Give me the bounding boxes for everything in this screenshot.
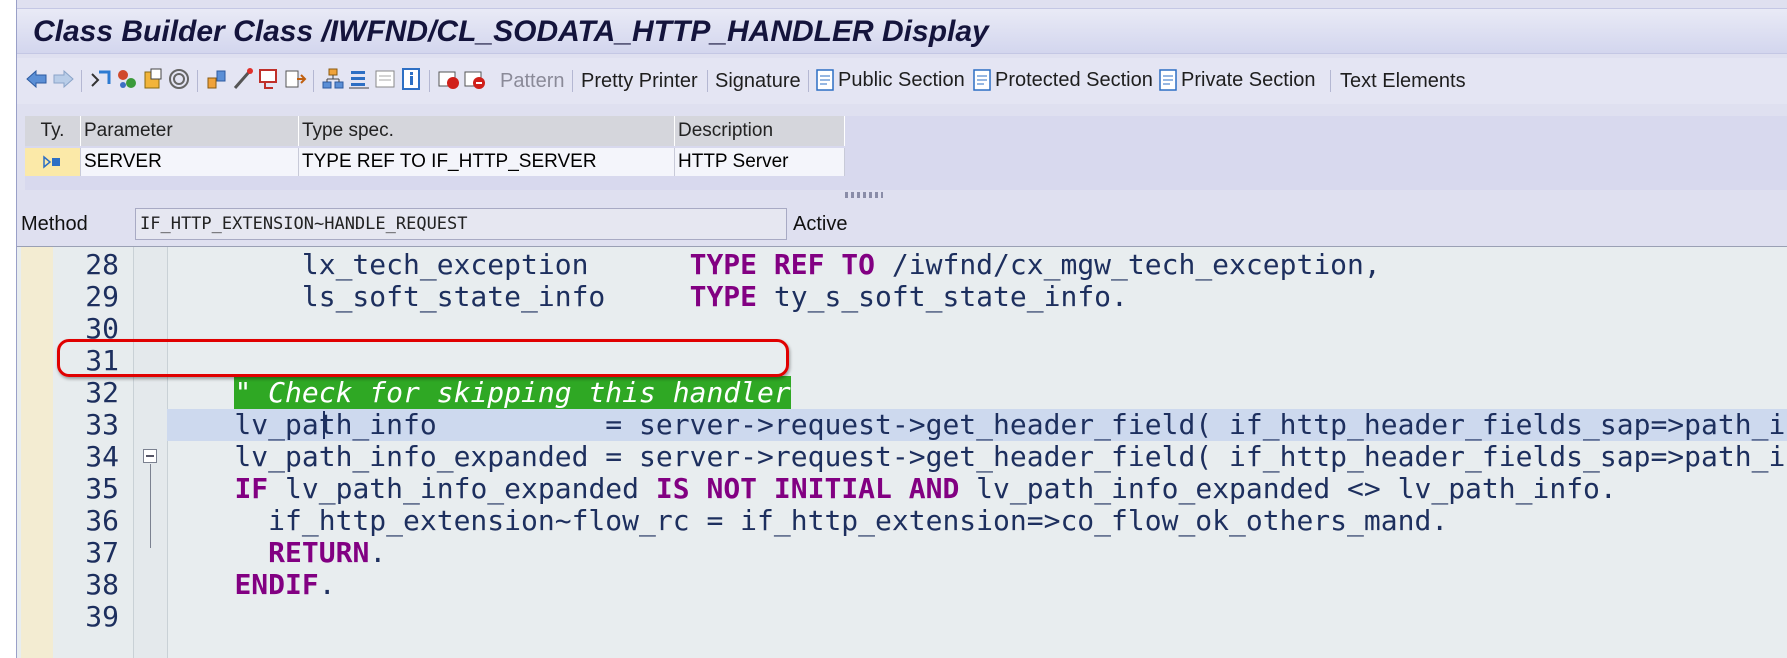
other-object-icon[interactable] <box>89 66 113 92</box>
section-document-icon <box>973 69 991 91</box>
column-header-type[interactable]: Ty. <box>25 116 81 146</box>
hierarchy-icon[interactable] <box>321 66 345 92</box>
protected-section-button[interactable]: Protected Section <box>971 67 1153 93</box>
code-line-32[interactable]: 32 " Check for skipping this handler <box>17 376 1787 409</box>
code-line-36[interactable]: 36 if_http_extension~flow_rc = if_http_e… <box>17 505 1787 537</box>
display-navigation-window-icon[interactable] <box>283 66 307 92</box>
check-icon[interactable] <box>167 66 191 92</box>
code-text: lx_tech_exception TYPE REF TO /iwfnd/cx_… <box>167 248 1381 281</box>
line-number: 28 <box>85 248 119 281</box>
line-number: 29 <box>85 280 119 313</box>
activate-icon[interactable] <box>205 66 229 92</box>
title-bar: Class Builder Class /IWFND/CL_SODATA_HTT… <box>17 8 1787 54</box>
line-number: 32 <box>85 376 119 409</box>
code-text: lv_path_info = server->request->get_head… <box>167 408 1787 441</box>
line-number: 34 <box>85 440 119 473</box>
enhance-icon[interactable] <box>347 66 371 92</box>
code-text: if_http_extension~flow_rc = if_http_exte… <box>167 504 1449 537</box>
parameter-description-cell[interactable]: HTTP Server <box>675 148 845 176</box>
splitter-handle[interactable] <box>845 192 883 198</box>
active-inactive-icon[interactable] <box>141 66 165 92</box>
window-title: Class Builder Class /IWFND/CL_SODATA_HTT… <box>33 15 989 48</box>
line-number: 33 <box>85 408 119 441</box>
line-number: 35 <box>85 472 119 505</box>
parameter-name-cell[interactable]: SERVER <box>81 148 299 176</box>
protected-section-label: Protected Section <box>995 68 1153 91</box>
public-section-label: Public Section <box>838 68 965 91</box>
importing-parameter-icon <box>43 155 60 169</box>
method-name-field[interactable]: IF_HTTP_EXTENSION~HANDLE_REQUEST <box>135 208 787 240</box>
code-text: ENDIF. <box>234 568 336 601</box>
section-document-icon <box>1159 69 1177 91</box>
code-line-34[interactable]: 34 lv_path_info_expanded = server->reque… <box>17 441 1787 473</box>
code-line-33[interactable]: 33 lv_path_info = server->request->get_h… <box>17 409 1787 441</box>
code-line-29[interactable]: 29 ls_soft_state_info TYPE ty_s_soft_sta… <box>17 281 1787 313</box>
text-cursor <box>323 411 325 439</box>
column-header-description[interactable]: Description <box>675 116 845 146</box>
private-section-button[interactable]: Private Section <box>1157 67 1316 93</box>
column-header-type-spec[interactable]: Type spec. <box>299 116 675 146</box>
line-number: 36 <box>85 504 119 537</box>
line-number: 38 <box>85 568 119 601</box>
display-change-icon[interactable] <box>115 66 139 92</box>
where-used-icon[interactable] <box>231 66 255 92</box>
parameter-type-spec-cell[interactable]: TYPE REF TO IF_HTTP_SERVER <box>299 148 675 176</box>
pretty-printer-button[interactable]: Pretty Printer <box>581 70 698 93</box>
code-line-39[interactable]: 39 <box>17 601 1787 633</box>
forward-arrow-icon[interactable] <box>51 66 75 92</box>
highlighted-comment: " Check for skipping this handler <box>234 376 791 409</box>
parameter-table: Ty. Parameter Type spec. Description SER… <box>25 116 1787 190</box>
collapse-block-toggle[interactable] <box>143 449 157 463</box>
code-text: ls_soft_state_info TYPE ty_s_soft_state_… <box>167 280 1128 313</box>
parameter-type-cell[interactable] <box>25 148 81 176</box>
highlight-annotation-box <box>57 339 789 377</box>
method-row: Method IF_HTTP_EXTENSION~HANDLE_REQUEST … <box>17 208 1787 244</box>
code-line-28[interactable]: 28 lx_tech_exception TYPE REF TO /iwfnd/… <box>17 249 1787 281</box>
column-header-parameter[interactable]: Parameter <box>81 116 299 146</box>
application-toolbar: Pattern Pretty Printer Signature Public … <box>17 58 1787 104</box>
code-text: RETURN. <box>268 536 387 569</box>
back-arrow-icon[interactable] <box>25 66 49 92</box>
external-breakpoint-icon[interactable] <box>463 66 487 92</box>
code-line-37[interactable]: 37 RETURN. <box>17 537 1787 569</box>
signature-button[interactable]: Signature <box>715 70 801 93</box>
abap-code-editor[interactable]: 28 lx_tech_exception TYPE REF TO /iwfnd/… <box>17 246 1787 658</box>
line-number: 39 <box>85 600 119 633</box>
private-section-label: Private Section <box>1181 68 1316 91</box>
method-label: Method <box>21 213 88 235</box>
breakpoint-icon[interactable] <box>373 66 397 92</box>
method-status: Active <box>793 213 848 235</box>
section-document-icon <box>816 69 834 91</box>
pattern-button[interactable]: Pattern <box>500 70 564 93</box>
code-line-38[interactable]: 38 ENDIF. <box>17 569 1787 601</box>
code-text: IF lv_path_info_expanded IS NOT INITIAL … <box>234 472 1617 505</box>
object-list-icon[interactable] <box>257 66 281 92</box>
code-text: " Check for skipping this handler <box>167 376 791 409</box>
line-number: 37 <box>85 536 119 569</box>
code-line-35[interactable]: 35 IF lv_path_info_expanded IS NOT INITI… <box>17 473 1787 505</box>
class-builder-window: Class Builder Class /IWFND/CL_SODATA_HTT… <box>16 0 1787 658</box>
text-elements-button[interactable]: Text Elements <box>1340 70 1466 93</box>
public-section-button[interactable]: Public Section <box>814 67 965 93</box>
information-icon[interactable] <box>399 66 423 92</box>
session-breakpoint-icon[interactable] <box>437 66 461 92</box>
code-text: lv_path_info_expanded = server->request-… <box>234 440 1787 473</box>
